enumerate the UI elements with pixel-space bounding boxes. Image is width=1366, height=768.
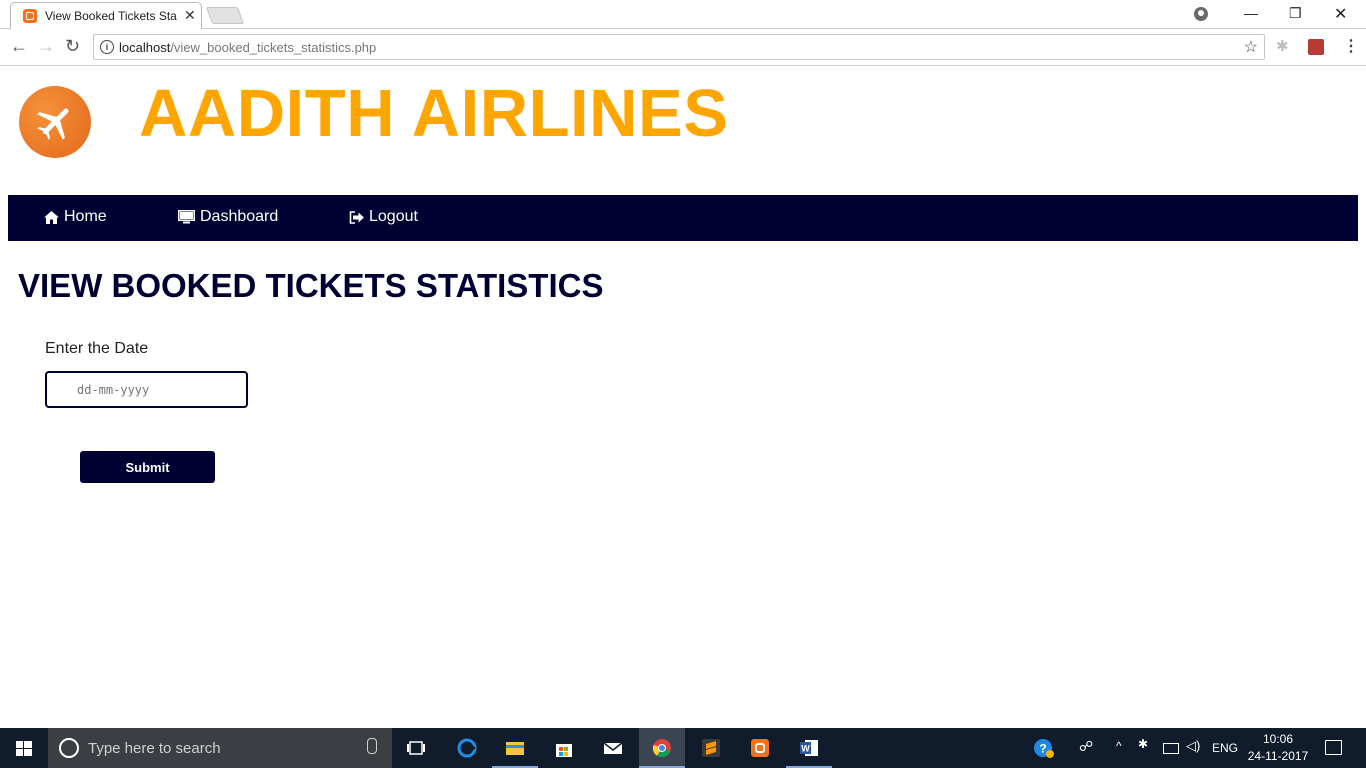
forward-arrow-icon[interactable]: → bbox=[37, 37, 55, 55]
reload-icon[interactable]: ↻ bbox=[65, 37, 80, 55]
account-icon[interactable] bbox=[1194, 7, 1208, 21]
xampp-icon bbox=[751, 739, 769, 757]
xampp-app[interactable] bbox=[737, 728, 783, 768]
word-icon: W bbox=[800, 740, 818, 756]
volume-icon[interactable]: ◁) bbox=[1186, 738, 1200, 754]
pdf-extension-icon[interactable] bbox=[1308, 39, 1324, 55]
edge-app[interactable] bbox=[444, 728, 490, 768]
minimize-icon[interactable]: — bbox=[1244, 5, 1258, 21]
start-button[interactable] bbox=[0, 728, 48, 768]
nav-logout-label: Logout bbox=[369, 208, 418, 225]
bookmark-star-icon[interactable]: ☆ bbox=[1244, 37, 1258, 57]
task-view-icon bbox=[407, 741, 425, 755]
main-navbar: Home Dashboard Logout bbox=[8, 195, 1358, 241]
wifi-icon[interactable]: ✱ bbox=[1138, 737, 1148, 751]
show-hidden-icons-icon[interactable]: ^ bbox=[1116, 739, 1122, 753]
browser-toolbar: ← → ↻ i localhost/view_booked_tickets_st… bbox=[0, 29, 1366, 66]
submit-button[interactable]: Submit bbox=[80, 451, 215, 483]
restore-icon[interactable]: ❐ bbox=[1289, 5, 1302, 22]
monitor-icon bbox=[178, 210, 195, 224]
brand-title: AADITH AIRLINES bbox=[139, 76, 729, 151]
taskbar-clock[interactable]: 10:06 24-11-2017 bbox=[1247, 731, 1309, 765]
taskbar-search-placeholder: Type here to search bbox=[88, 740, 221, 757]
url-path: /view_booked_tickets_statistics.php bbox=[170, 40, 377, 55]
close-tab-icon[interactable]: ✕ bbox=[184, 7, 196, 24]
nav-home-label: Home bbox=[64, 208, 107, 225]
chrome-app[interactable] bbox=[639, 728, 685, 768]
sublime-text-app[interactable] bbox=[688, 728, 734, 768]
clock-time: 10:06 bbox=[1262, 732, 1294, 746]
sublime-text-icon bbox=[702, 739, 720, 757]
svg-text:?: ? bbox=[1039, 742, 1046, 756]
browser-menu-icon[interactable]: ⋮ bbox=[1343, 36, 1359, 56]
taskbar-search[interactable]: Type here to search bbox=[48, 728, 392, 768]
new-tab-button[interactable] bbox=[205, 7, 245, 24]
people-icon[interactable]: ☍ bbox=[1079, 738, 1093, 755]
date-label: Enter the Date bbox=[45, 340, 149, 357]
store-app[interactable] bbox=[541, 728, 587, 768]
language-indicator[interactable]: ENG bbox=[1212, 741, 1238, 755]
airplane-icon bbox=[37, 108, 69, 140]
action-center-icon[interactable] bbox=[1325, 740, 1342, 755]
windows-taskbar: Type here to search W ? ☍ ^ ✱ ◁) ENG 10:… bbox=[0, 728, 1366, 768]
date-input[interactable] bbox=[45, 371, 248, 408]
nav-logout[interactable]: Logout bbox=[349, 208, 418, 226]
edge-icon bbox=[457, 738, 477, 758]
address-bar[interactable]: i localhost/view_booked_tickets_statisti… bbox=[93, 34, 1265, 60]
logout-icon bbox=[349, 210, 364, 224]
browser-tab-active[interactable]: View Booked Tickets Stat ✕ bbox=[10, 2, 202, 29]
file-explorer-app[interactable] bbox=[492, 728, 538, 768]
microphone-icon[interactable] bbox=[367, 738, 377, 754]
windows-logo-icon bbox=[16, 741, 32, 756]
url-text: localhost/view_booked_tickets_statistics… bbox=[119, 40, 376, 55]
airline-logo bbox=[19, 86, 91, 158]
nav-home[interactable]: Home bbox=[44, 208, 107, 226]
nav-dashboard-label: Dashboard bbox=[200, 208, 279, 225]
cortana-icon bbox=[59, 738, 79, 758]
help-icon[interactable]: ? bbox=[1033, 737, 1055, 759]
extension-icon[interactable]: ✱ bbox=[1276, 37, 1292, 55]
battery-icon[interactable] bbox=[1163, 743, 1179, 754]
clock-date: 24-11-2017 bbox=[1247, 749, 1309, 763]
browser-tab-strip: View Booked Tickets Stat ✕ — ❐ ✕ bbox=[0, 0, 1366, 29]
folder-icon bbox=[506, 742, 524, 755]
close-window-icon[interactable]: ✕ bbox=[1334, 4, 1347, 24]
back-arrow-icon[interactable]: ← bbox=[10, 37, 28, 55]
task-view-button[interactable] bbox=[393, 728, 439, 768]
mail-icon bbox=[603, 742, 623, 754]
word-app[interactable]: W bbox=[786, 728, 832, 768]
chrome-icon bbox=[652, 739, 671, 758]
store-icon bbox=[556, 744, 572, 757]
site-info-icon[interactable]: i bbox=[100, 40, 114, 54]
nav-dashboard[interactable]: Dashboard bbox=[178, 208, 278, 226]
mail-app[interactable] bbox=[590, 728, 636, 768]
tab-title: View Booked Tickets Stat bbox=[45, 9, 177, 23]
svg-text:W: W bbox=[801, 744, 810, 754]
page-title: VIEW BOOKED TICKETS STATISTICS bbox=[18, 267, 604, 304]
xampp-favicon-icon bbox=[23, 9, 37, 23]
url-host: localhost bbox=[119, 40, 171, 55]
home-icon bbox=[44, 210, 59, 224]
